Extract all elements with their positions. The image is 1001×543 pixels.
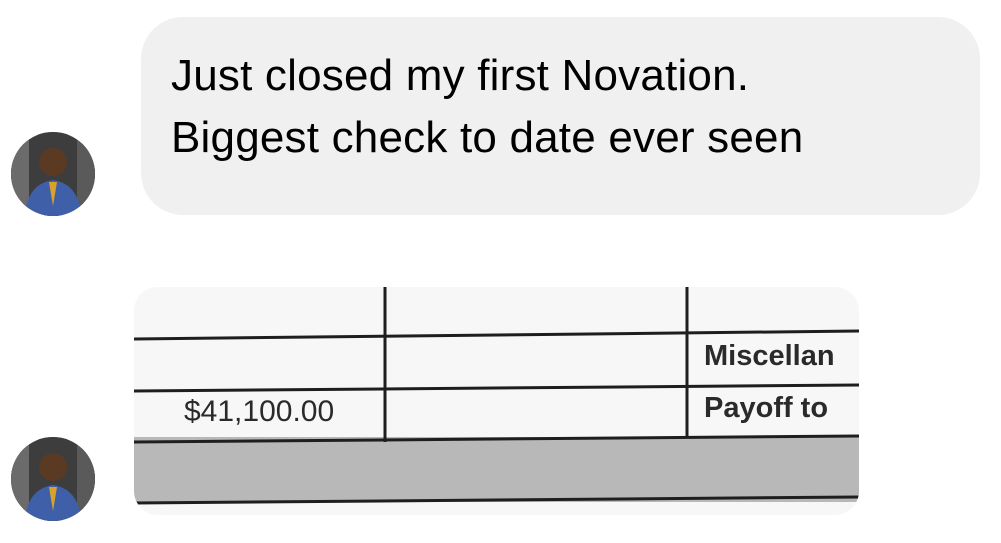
message-bubble[interactable]: Just closed my first Novation. Biggest c… bbox=[141, 17, 980, 215]
person-icon bbox=[11, 132, 95, 216]
photo-attachment[interactable]: $41,100.00 Miscellan Payoff to bbox=[134, 287, 859, 515]
message-line-2: Biggest check to date ever seen bbox=[171, 113, 804, 162]
sender-avatar[interactable] bbox=[11, 132, 95, 216]
sender-avatar[interactable] bbox=[11, 437, 95, 521]
person-icon bbox=[11, 437, 95, 521]
document-photo: $41,100.00 Miscellan Payoff to bbox=[134, 287, 859, 515]
amount-cell: $41,100.00 bbox=[184, 395, 334, 428]
payoff-cell: Payoff to bbox=[704, 392, 828, 424]
message-line-1: Just closed my first Novation. bbox=[171, 51, 750, 100]
misc-cell: Miscellan bbox=[704, 340, 835, 372]
